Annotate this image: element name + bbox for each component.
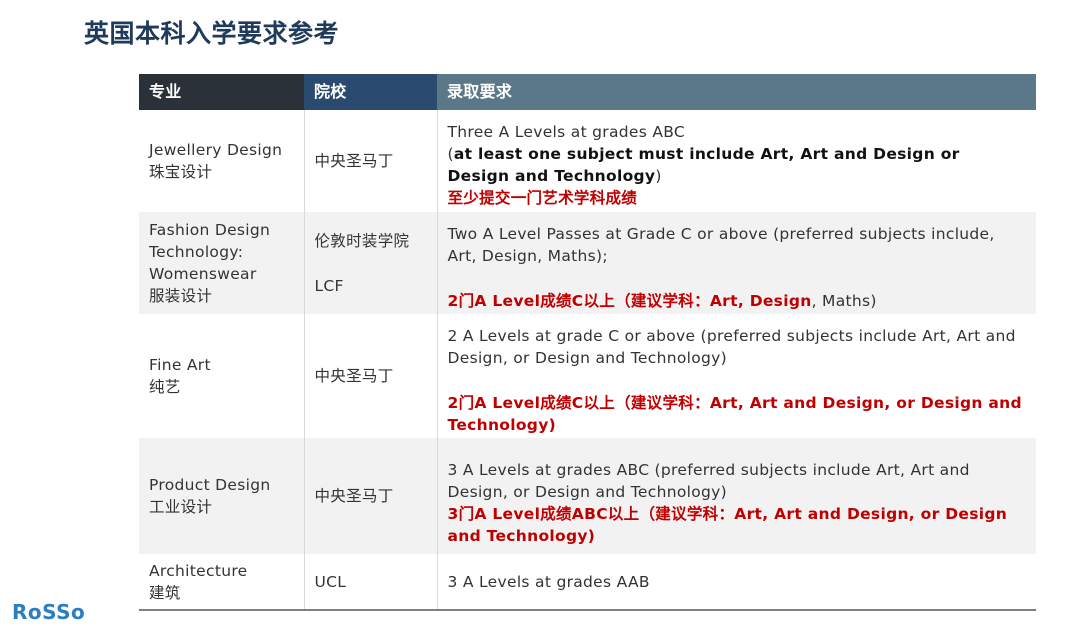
requirements-table: 专业 院校 录取要求 Jewellery Design 珠宝设计 中央圣马丁 T…: [139, 74, 1036, 611]
table-row: Architecture 建筑 UCL 3 A Levels at grades…: [139, 554, 1036, 611]
requirement-cn: 3门A Level成绩ABC以上（建议学科：Art, Art and Desig…: [447, 505, 1008, 545]
close-paren: ): [655, 167, 662, 185]
requirement-cn: 2门A Level成绩C以上（建议学科：Art, Design, Maths): [448, 290, 1027, 312]
table-row: Product Design 工业设计 中央圣马丁 3 A Levels at …: [139, 438, 1036, 554]
requirement-cn-bold: 2门A Level成绩C以上（建议学科：Art, Design: [447, 291, 812, 310]
school-cell: 中央圣马丁: [304, 314, 438, 438]
major-cell: Product Design 工业设计: [139, 438, 305, 554]
requirement-cell: 2 A Levels at grade C or above (preferre…: [437, 314, 1036, 438]
major-cell: Architecture 建筑: [139, 554, 305, 611]
requirement-cell: Two A Level Passes at Grade C or above (…: [437, 212, 1036, 314]
school-name: 中央圣马丁: [314, 152, 394, 170]
requirement-cn-tail: , Maths): [811, 291, 877, 310]
table-row: Jewellery Design 珠宝设计 中央圣马丁 Three A Leve…: [139, 110, 1036, 212]
school-name: 伦敦时装学院: [314, 231, 410, 250]
school-name: 中央圣马丁: [314, 487, 394, 505]
header-requirement: 录取要求: [437, 74, 1036, 110]
major-cn: 工业设计: [149, 498, 213, 516]
requirement-cell: 3 A Levels at grades AAB: [437, 554, 1036, 611]
requirement-en: 3 A Levels at grades ABC (preferred subj…: [447, 461, 970, 501]
requirement-subject-note: (at least one subject must include Art, …: [448, 143, 1027, 187]
school-cell: UCL: [304, 554, 438, 611]
requirement-en: Two A Level Passes at Grade C or above (…: [447, 224, 995, 265]
major-en: Product Design: [149, 476, 271, 494]
requirement-subject-bold: at least one subject must include Art, A…: [447, 145, 960, 185]
table-row: Fine Art 纯艺 中央圣马丁 2 A Levels at grade C …: [139, 314, 1036, 438]
requirement-cell: 3 A Levels at grades ABC (preferred subj…: [437, 438, 1036, 554]
school-abbr: LCF: [314, 276, 344, 295]
major-cell: Fine Art 纯艺: [139, 314, 305, 438]
major-cn: 服装设计: [149, 287, 213, 305]
school-cell: 伦敦时装学院 LCF: [304, 212, 438, 314]
school-name: 中央圣马丁: [314, 367, 394, 385]
major-cn: 珠宝设计: [149, 163, 213, 181]
major-cell: Fashion Design Technology: Womenswear 服装…: [139, 212, 305, 314]
school-cell: 中央圣马丁: [304, 110, 438, 212]
requirement-en: 3 A Levels at grades AAB: [447, 572, 650, 591]
requirement-cell: Three A Levels at grades ABC (at least o…: [437, 110, 1036, 212]
requirement-en: Three A Levels at grades ABC: [447, 123, 686, 141]
table-header-row: 专业 院校 录取要求: [139, 74, 1036, 110]
major-cn: 建筑: [149, 583, 181, 602]
major-en: Fine Art: [149, 356, 211, 374]
page-title: 英国本科入学要求参考: [84, 19, 340, 48]
major-en: Architecture: [149, 561, 248, 580]
header-school: 院校: [304, 74, 437, 110]
school-cell: 中央圣马丁: [304, 438, 438, 554]
major-cell: Jewellery Design 珠宝设计: [139, 110, 305, 212]
header-major: 专业: [139, 74, 304, 110]
major-en: Fashion Design Technology: Womenswear: [149, 221, 271, 283]
requirement-cn: 2门A Level成绩C以上（建议学科：Art, Art and Design,…: [447, 393, 1022, 434]
school-name: UCL: [314, 572, 347, 591]
requirement-cn: 至少提交一门艺术学科成绩: [447, 189, 638, 207]
major-en: Jewellery Design: [149, 141, 283, 159]
rosso-logo: RoSSo: [12, 600, 86, 624]
requirement-en: 2 A Levels at grade C or above (preferre…: [447, 326, 1016, 367]
table-row: Fashion Design Technology: Womenswear 服装…: [139, 212, 1036, 314]
major-cn: 纯艺: [149, 378, 181, 396]
